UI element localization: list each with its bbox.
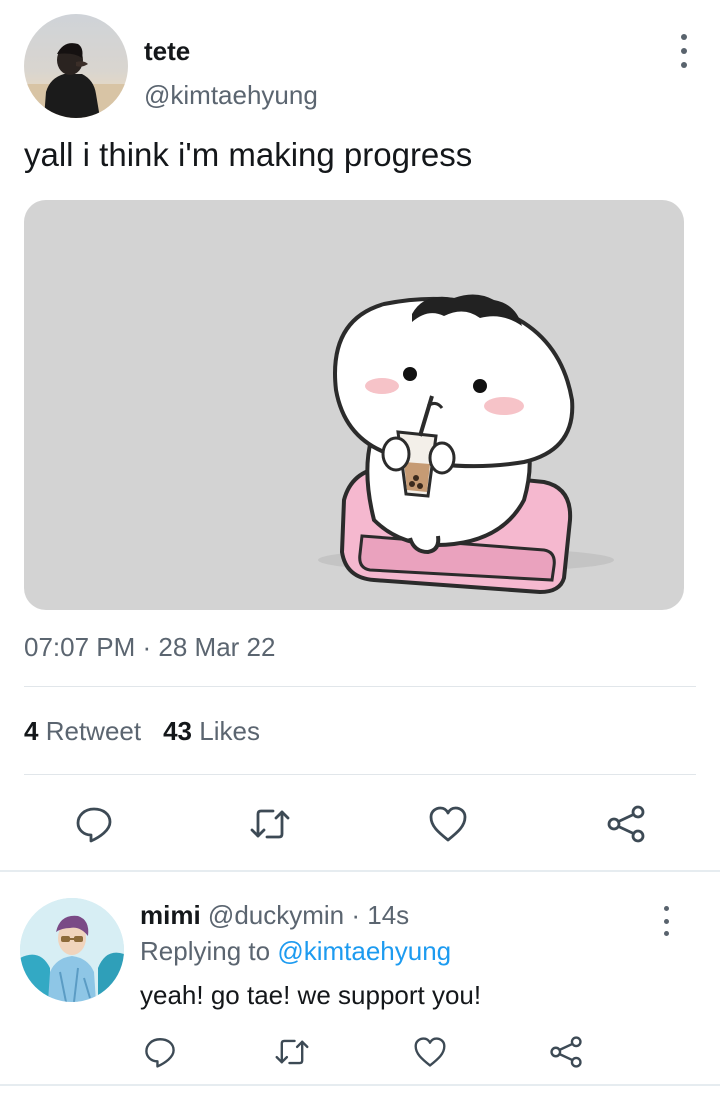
more-options-icon[interactable] — [672, 34, 696, 68]
author-handle[interactable]: @kimtaehyung — [144, 80, 318, 111]
author-name[interactable]: tete — [144, 36, 190, 67]
reply-share-icon[interactable] — [546, 1032, 586, 1072]
replying-to: Replying to @kimtaehyung — [140, 936, 451, 967]
tweet-timestamp[interactable]: 07:07 PM · 28 Mar 22 — [24, 632, 275, 663]
tweet-header: tete @kimtaehyung — [24, 14, 700, 118]
tweet-time: 07:07 PM — [24, 632, 136, 662]
likes-stat[interactable]: 43 Likes — [163, 716, 260, 746]
share-icon[interactable] — [604, 802, 648, 846]
tweet-text: yall i think i'm making progress — [24, 136, 473, 173]
reply-text: yeah! go tae! we support you! — [140, 980, 482, 1010]
section-separator — [0, 870, 720, 872]
author-avatar-image — [24, 43, 128, 118]
divider — [24, 774, 696, 775]
sticker-drinking-boba-icon — [318, 294, 614, 594]
timestamp-separator: · — [135, 632, 159, 662]
reply-author-name[interactable]: mimi — [140, 900, 201, 930]
tweet-detail-page: tete @kimtaehyung yall i think i'm makin… — [0, 0, 720, 1095]
tweet-stats: 4 Retweet 43 Likes — [24, 716, 260, 747]
reply-reply-icon[interactable] — [140, 1032, 180, 1072]
reply-icon[interactable] — [72, 802, 116, 846]
likes-label: Likes — [199, 716, 260, 746]
reply-separator: · — [344, 900, 368, 930]
bottom-divider — [0, 1084, 720, 1086]
reply-retweet-icon[interactable] — [272, 1032, 312, 1072]
author-avatar[interactable] — [24, 14, 128, 118]
reply-more-options-icon[interactable] — [654, 906, 678, 936]
reply-like-icon[interactable] — [410, 1032, 450, 1072]
divider — [24, 686, 696, 687]
retweet-count: 4 — [24, 716, 39, 746]
replying-prefix: Replying to — [140, 936, 271, 966]
reply-author-avatar[interactable] — [20, 898, 124, 1002]
reply-time[interactable]: 14s — [367, 900, 409, 930]
retweet-label: Retweet — [45, 716, 142, 746]
reply-author-handle[interactable]: @duckymin — [208, 900, 344, 930]
likes-count: 43 — [163, 716, 193, 746]
retweet-icon[interactable] — [248, 802, 292, 846]
reply-header: mimi @duckymin · 14s — [140, 900, 409, 931]
reply-avatar-image — [20, 898, 124, 1002]
like-icon[interactable] — [426, 802, 470, 846]
replying-mention[interactable]: @kimtaehyung — [277, 936, 451, 966]
retweet-stat[interactable]: 4 Retweet — [24, 716, 141, 746]
tweet-date: 28 Mar 22 — [158, 632, 276, 662]
tweet-media-image[interactable] — [24, 200, 684, 610]
